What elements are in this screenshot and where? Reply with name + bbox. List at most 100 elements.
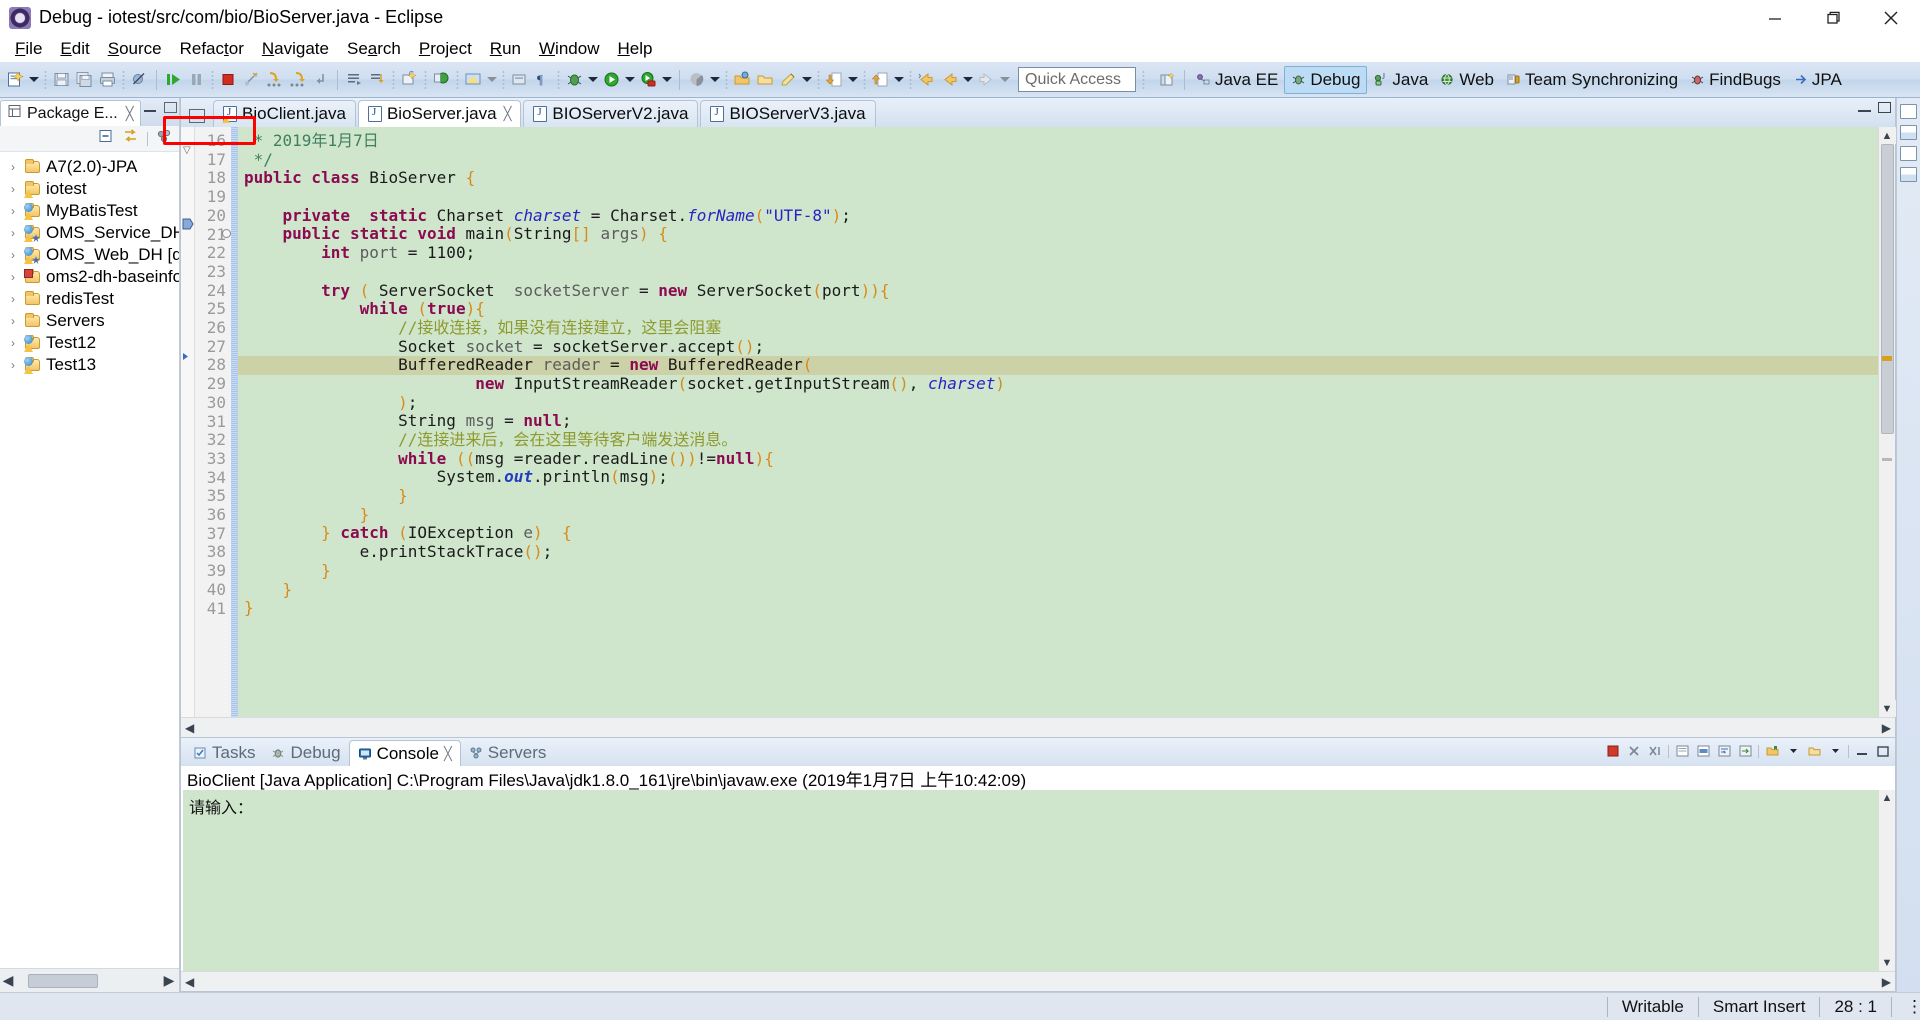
back-button[interactable] <box>938 67 961 93</box>
open-type-button[interactable] <box>430 67 453 93</box>
close-icon[interactable]: ╳ <box>126 106 134 122</box>
code-line[interactable]: //连接进来后，会在这里等待客户端发送消息。 <box>238 430 1878 450</box>
terminate-button[interactable] <box>217 67 240 93</box>
new-wizard-dropdown-icon[interactable] <box>27 68 41 92</box>
console-tab-console[interactable]: Console ╳ <box>348 740 461 766</box>
menu-help[interactable]: Help <box>608 37 661 61</box>
console-dropdown-icon[interactable] <box>1785 743 1801 759</box>
menu-project[interactable]: Project <box>410 37 481 61</box>
scroll-left-icon[interactable]: ◀ <box>185 975 194 989</box>
pin-console-icon[interactable] <box>1764 743 1780 759</box>
open-task-button[interactable] <box>343 67 366 93</box>
minimize-icon[interactable] <box>1858 102 1871 112</box>
minimize-icon[interactable] <box>144 103 156 112</box>
open-console-dropdown-icon[interactable] <box>1827 743 1843 759</box>
code-line[interactable]: ); <box>238 393 1878 413</box>
coverage-dropdown-icon[interactable] <box>660 68 674 92</box>
link-with-editor-icon[interactable] <box>122 128 139 149</box>
forward-button[interactable] <box>975 67 998 93</box>
menu-search[interactable]: Search <box>338 37 410 61</box>
editor-restore-icon[interactable] <box>189 109 205 123</box>
coverage-button[interactable] <box>637 67 660 93</box>
edit-dropdown-icon[interactable] <box>800 68 814 92</box>
collapse-all-icon[interactable] <box>98 128 114 149</box>
scroll-up-icon[interactable]: ▲ <box>1878 127 1896 144</box>
forward-dropdown-icon[interactable] <box>998 68 1012 92</box>
step-into-button[interactable] <box>263 67 286 93</box>
export-dropdown-icon[interactable] <box>892 68 906 92</box>
code-content[interactable]: * 2019年1月7日 */public class BioServer { p… <box>238 127 1878 717</box>
skip-breakpoints-2-button[interactable] <box>366 67 389 93</box>
code-line[interactable]: try ( ServerSocket socketServer = new Se… <box>238 281 1878 301</box>
chevron-right-icon[interactable]: › <box>6 182 20 196</box>
menu-refactor[interactable]: Refactor <box>171 37 253 61</box>
editor-tab-bioserver-java[interactable]: BioServer.java ╳ <box>357 100 522 127</box>
scroll-down-icon[interactable]: ▼ <box>1882 957 1893 969</box>
perspective-web[interactable]: Web <box>1434 66 1500 94</box>
variables-view-icon[interactable] <box>1900 125 1917 140</box>
console-tab-tasks[interactable]: Tasks <box>185 740 263 766</box>
scroll-up-icon[interactable]: ▲ <box>1882 792 1893 804</box>
code-line[interactable] <box>238 263 1878 282</box>
maximize-icon[interactable] <box>164 102 177 113</box>
editor-hscrollbar[interactable]: ◀ ▶ <box>181 717 1895 737</box>
code-line[interactable]: public class BioServer { <box>238 169 1878 188</box>
overview-marker-warning[interactable] <box>1882 356 1892 361</box>
tree-item[interactable]: › A7(2.0)-JPA <box>0 156 179 178</box>
chevron-right-icon[interactable]: › <box>6 160 20 174</box>
chevron-right-icon[interactable]: › <box>6 270 20 284</box>
code-line[interactable]: */ <box>238 150 1878 170</box>
step-return-button[interactable] <box>309 67 332 93</box>
outline-view-icon[interactable] <box>1900 104 1917 119</box>
perspective-java[interactable]: J Java <box>1367 66 1434 94</box>
scroll-thumb[interactable] <box>28 974 98 988</box>
editor-vscrollbar[interactable]: ▲ ▼ <box>1878 127 1896 717</box>
scroll-right-icon[interactable]: ▶ <box>1882 975 1891 989</box>
overview-marker-info[interactable] <box>1882 458 1892 461</box>
code-line[interactable]: } catch (IOException e) { <box>238 524 1878 543</box>
back-dropdown-icon[interactable] <box>961 68 975 92</box>
previous-annotation-button[interactable] <box>915 67 938 93</box>
skip-all-breakpoints-button[interactable] <box>128 67 151 93</box>
code-line[interactable] <box>238 188 1878 207</box>
tree-item[interactable]: › oms2-dh-baseinfo <box>0 266 179 288</box>
maximize-icon[interactable] <box>1875 743 1891 759</box>
new-wizard-button[interactable] <box>4 67 27 93</box>
editor-annotation-ruler[interactable]: ▽ <box>181 127 195 717</box>
scroll-left-icon[interactable]: ◀ <box>185 721 194 735</box>
tree-item[interactable]: › OMS_Service_DH [c <box>0 222 179 244</box>
code-line[interactable]: //接收连接，如果没有连接建立，这里会阻塞 <box>238 318 1878 338</box>
code-line[interactable]: while (true){ <box>238 299 1878 319</box>
perspective-java-ee[interactable]: Java EE <box>1190 66 1284 94</box>
print-button[interactable] <box>96 67 119 93</box>
code-line[interactable]: } <box>238 598 1878 618</box>
close-icon[interactable]: ╳ <box>504 106 512 122</box>
scroll-right-icon[interactable]: ▶ <box>161 972 177 989</box>
debug-button[interactable] <box>563 67 586 93</box>
perspective-jpa[interactable]: JPA <box>1787 66 1848 94</box>
new-class-button[interactable]: C <box>398 67 421 93</box>
clear-console-icon[interactable] <box>1674 743 1690 759</box>
word-wrap-icon[interactable] <box>1716 743 1732 759</box>
run-button[interactable] <box>600 67 623 93</box>
code-line[interactable]: new InputStreamReader(socket.getInputStr… <box>238 374 1878 394</box>
run-dropdown-icon[interactable] <box>623 68 637 92</box>
menu-run[interactable]: Run <box>481 37 530 61</box>
scroll-right-icon[interactable]: ▶ <box>1882 721 1891 735</box>
save-button[interactable] <box>50 67 73 93</box>
edit-button[interactable] <box>777 67 800 93</box>
debug-dropdown-icon[interactable] <box>586 68 600 92</box>
external-tools-button[interactable] <box>508 67 531 93</box>
project-tree[interactable]: › A7(2.0)-JPA › iotest › MyBatisTest › OMS_Serv… <box>0 152 179 968</box>
code-line[interactable]: Socket socket = socketServer.accept(); <box>238 337 1878 357</box>
chevron-right-icon[interactable]: › <box>6 204 20 218</box>
scroll-lock-icon[interactable] <box>1695 743 1711 759</box>
code-line[interactable]: } <box>238 561 1878 581</box>
show-console-on-output-icon[interactable] <box>1737 743 1753 759</box>
code-line[interactable]: BufferedReader reader = new BufferedRead… <box>238 355 1878 375</box>
tree-item[interactable]: › MyBatisTest <box>0 200 179 222</box>
editor-tab-bioserverv3-java[interactable]: BIOServerV3.java <box>700 100 876 127</box>
menu-navigate[interactable]: Navigate <box>253 37 338 61</box>
close-button[interactable] <box>1862 0 1920 36</box>
console-tab-debug[interactable]: Debug <box>263 740 348 766</box>
